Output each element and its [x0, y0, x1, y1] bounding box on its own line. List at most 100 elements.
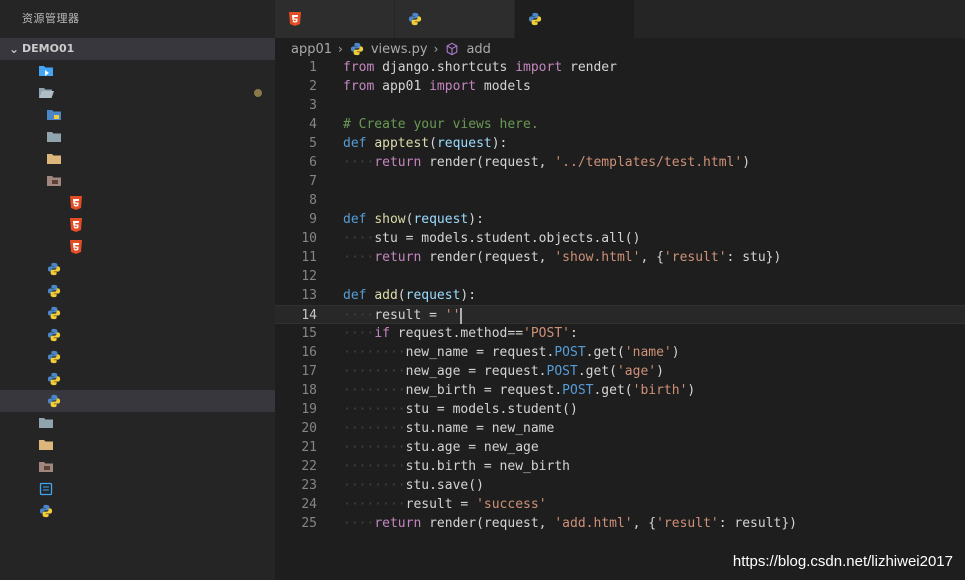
code-line[interactable]: 18 ········new_birth = request.POST.get('… [275, 381, 965, 400]
code-token: ···· [343, 250, 375, 265]
code-token: ) [656, 364, 664, 379]
folder-icon [38, 415, 54, 431]
line-number: 2 [309, 79, 317, 94]
line-number: 17 [301, 364, 317, 379]
code-token: ) [687, 383, 696, 398]
code-token: ········ [343, 383, 406, 398]
code-token: from [343, 60, 375, 75]
folder-icon [46, 151, 62, 167]
code-token: ): [468, 212, 484, 227]
code-line[interactable]: 25 ····return render(request, 'add.html',… [275, 514, 965, 533]
code-token: stu.name = new_name [405, 421, 555, 436]
line-number: 7 [309, 174, 317, 189]
line-number: 4 [309, 117, 317, 132]
tree-item-static[interactable] [0, 148, 275, 170]
tree-item-pycache[interactable] [0, 104, 275, 126]
tab-urls-py[interactable] [395, 0, 515, 38]
tab-views-py[interactable] [515, 0, 635, 38]
code-token: 'result' [656, 516, 719, 531]
code-token: from [343, 79, 375, 94]
code-line[interactable]: 6 ····return render(request, '../template… [275, 153, 965, 172]
tree-item-add-html[interactable] [0, 192, 275, 214]
tree-item-demo01[interactable] [0, 412, 275, 434]
code-line[interactable]: 20 ········stu.name = new_name [275, 419, 965, 438]
tree-item-show-html[interactable] [0, 236, 275, 258]
code-line[interactable]: 2 from app01 import models [275, 77, 965, 96]
code-token: 'add.html' [554, 516, 633, 531]
chevron-right-icon: › [338, 42, 343, 56]
tree-item-static[interactable] [0, 434, 275, 456]
tree-item-urls-py[interactable] [0, 368, 275, 390]
code-line[interactable]: 23 ········stu.save() [275, 476, 965, 495]
code-line[interactable]: 14 ····result = '' [275, 305, 965, 324]
tree-item-templates[interactable] [0, 170, 275, 192]
tree-item-admin-py[interactable] [0, 280, 275, 302]
code-token: # Create your views here. [343, 117, 539, 132]
code-line[interactable]: 17 ········new_age = request.POST.get('ag… [275, 362, 965, 381]
editor-area: app01 › views.py › add 1 from django.shor… [275, 0, 965, 580]
tree-item-migrations[interactable] [0, 126, 275, 148]
breadcrumb-symbol[interactable]: add [466, 42, 490, 57]
tree-item-db-sqlite3[interactable] [0, 478, 275, 500]
code-token: new_birth = request. [405, 383, 563, 398]
code-line[interactable]: 1 from django.shortcuts import render [275, 58, 965, 77]
code-token: ( [429, 136, 437, 151]
code-token: ········ [343, 421, 406, 436]
code-line[interactable]: 3 [275, 96, 965, 115]
line-number: 18 [301, 383, 317, 398]
code-line[interactable]: 8 [275, 191, 965, 210]
tree-item-templates[interactable] [0, 456, 275, 478]
code-token: .get( [577, 364, 617, 379]
code-text: ····return render(request, 'show.html', … [343, 248, 781, 267]
line-number: 21 [301, 440, 317, 455]
python-icon [349, 41, 365, 57]
code-token: def [343, 136, 367, 151]
tree-item-app01[interactable] [0, 82, 275, 104]
code-token: stu = models.student.objects.all() [374, 231, 641, 246]
python-icon [46, 371, 62, 387]
tree-item-vscode[interactable] [0, 60, 275, 82]
tree-item-views-py[interactable] [0, 390, 275, 412]
code-line[interactable]: 22 ········stu.birth = new_birth [275, 457, 965, 476]
python-icon [46, 305, 62, 321]
tab-add-html[interactable] [275, 0, 395, 38]
code-line[interactable]: 5 def apptest(request): [275, 134, 965, 153]
code-token: def [343, 212, 367, 227]
code-line[interactable]: 15 ····if request.method=='POST': [275, 324, 965, 343]
code-line[interactable]: 13 def add(request): [275, 286, 965, 305]
tree-item-apps-py[interactable] [0, 302, 275, 324]
code-token: result = [405, 497, 477, 512]
html5-icon [287, 11, 303, 27]
code-text: ····return render(request, '../templates… [343, 153, 750, 172]
code-line[interactable]: 4 # Create your views here. [275, 115, 965, 134]
code-line[interactable]: 12 [275, 267, 965, 286]
breadcrumb-file[interactable]: views.py [371, 42, 428, 57]
line-number: 20 [301, 421, 317, 436]
code-text: ········stu = models.student() [343, 400, 578, 419]
tree-item-models-py[interactable] [0, 324, 275, 346]
tree-item-init-py[interactable] [0, 258, 275, 280]
code-line[interactable]: 11 ····return render(request, 'show.html'… [275, 248, 965, 267]
code-token: render [562, 60, 617, 75]
tree-item-tests-py[interactable] [0, 346, 275, 368]
code-line[interactable]: 10 ····stu = models.student.objects.all() [275, 229, 965, 248]
code-line[interactable]: 7 [275, 172, 965, 191]
code-editor[interactable]: 1 from django.shortcuts import render 2 fro… [275, 58, 965, 533]
tree-item-manage-py[interactable] [0, 500, 275, 522]
code-token: add [374, 288, 398, 303]
code-line[interactable]: 19 ········stu = models.student() [275, 400, 965, 419]
workspace-section-header[interactable]: ⌄ DEMO01 [0, 38, 275, 60]
code-line[interactable]: 21 ········stu.age = new_age [275, 438, 965, 457]
line-number: 19 [301, 402, 317, 417]
code-line[interactable]: 16 ········new_name = request.POST.get('n… [275, 343, 965, 362]
text-cursor [460, 307, 463, 324]
code-token: ( [397, 288, 406, 303]
breadcrumb-folder[interactable]: app01 [291, 42, 332, 57]
code-line[interactable]: 24 ········result = 'success' [275, 495, 965, 514]
code-text: from app01 import models [343, 77, 531, 96]
python-icon [38, 503, 54, 519]
line-number: 24 [301, 497, 317, 512]
explorer-sidebar: 资源管理器 ⌄ DEMO01 [0, 0, 275, 580]
tree-item-index-html[interactable] [0, 214, 275, 236]
code-line[interactable]: 9 def show(request): [275, 210, 965, 229]
